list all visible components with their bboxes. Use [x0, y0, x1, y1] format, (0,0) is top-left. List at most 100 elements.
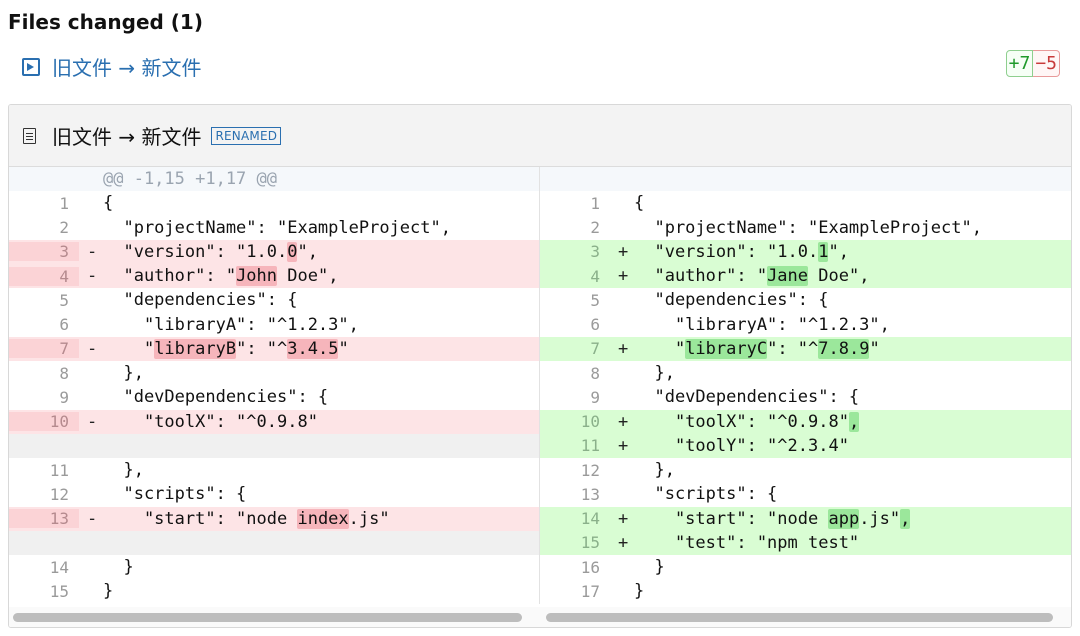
right-scroll-track[interactable]	[540, 607, 1071, 627]
code-line: },	[103, 460, 539, 480]
code-segment: "toolX": "^0.9.8"	[103, 411, 318, 432]
code-line: "projectName": "ExampleProject",	[103, 218, 539, 238]
line-number: 9	[59, 387, 69, 407]
deletions-count: −5	[1033, 50, 1060, 77]
left-diff-row: 4- "author": "John Doe",	[9, 264, 539, 289]
line-number: 12	[580, 460, 600, 480]
left-diff-row: 11 },	[9, 458, 539, 482]
right-diff-row: 16 }	[540, 555, 1071, 579]
line-number: 4	[540, 266, 610, 286]
left-diff-row: 2 "projectName": "ExampleProject",	[9, 216, 539, 240]
left-diff-row: 15}	[9, 579, 539, 603]
arrow-into-box-icon	[22, 57, 40, 76]
line-number: 17	[580, 581, 600, 601]
code-segment: "	[869, 338, 880, 359]
right-diff-row: 10 + "toolX": "^0.9.8",	[540, 409, 1071, 434]
code-segment: "libraryA": "^1.2.3",	[103, 314, 359, 335]
left-diff-row	[9, 530, 539, 555]
diff-old-side: @@ -1,15 +1,17 @@ 1{2 "projectName": "Exa…	[9, 167, 540, 604]
code-segment: "scripts": {	[103, 484, 247, 505]
code-segment: },	[634, 363, 675, 384]
right-diff-row: 8 },	[540, 361, 1071, 385]
right-diff-row: 3 + "version": "1.0.1",	[540, 239, 1071, 264]
line-number: 1	[59, 193, 69, 213]
left-scroll-track[interactable]	[9, 607, 540, 627]
code-segment: "author": "	[634, 266, 768, 287]
left-diff-row: 14 }	[9, 555, 539, 579]
code-line: "dependencies": {	[103, 290, 539, 310]
code-segment: "projectName": "ExampleProject",	[634, 217, 982, 238]
diff-sign: -	[87, 338, 98, 359]
code-segment: {	[634, 193, 645, 214]
diff-sign: -	[87, 241, 98, 262]
code-line: "projectName": "ExampleProject",	[634, 218, 1071, 238]
line-number: 2	[59, 218, 69, 238]
code-segment: "devDependencies": {	[103, 387, 329, 408]
line-number: 13	[580, 484, 600, 504]
left-diff-row: 12 "scripts": {	[9, 482, 539, 506]
line-number: 8	[59, 363, 69, 383]
right-diff-row: 2 "projectName": "ExampleProject",	[540, 216, 1071, 240]
code-line: "libraryA": "^1.2.3",	[103, 315, 539, 335]
line-number: 1	[590, 193, 600, 213]
code-segment: "start": "node	[634, 508, 829, 529]
code-segment: "scripts": {	[634, 484, 778, 505]
changed-token: 0	[287, 241, 298, 262]
code-line: "author": "John Doe",	[103, 266, 539, 287]
left-scrollbar-thumb[interactable]	[13, 613, 522, 622]
left-diff-row: 13- "start": "node index.js"	[9, 506, 539, 531]
changed-token: 3.4.5	[287, 338, 339, 359]
right-diff-row: 14 + "start": "node app.js",	[540, 506, 1071, 531]
code-line: "libraryA": "^1.2.3",	[634, 315, 1071, 335]
line-number: 15	[49, 581, 69, 601]
code-segment: "libraryA": "^1.2.3",	[634, 314, 890, 335]
line-number: 5	[59, 290, 69, 310]
line-number: 6	[590, 315, 600, 335]
diff-sign: +	[618, 508, 629, 529]
line-number: 13	[9, 509, 79, 529]
line-number: 16	[580, 557, 600, 577]
code-segment: "test": "npm test"	[634, 532, 860, 553]
code-line: "start": "node index.js"	[103, 508, 539, 529]
code-line: "scripts": {	[634, 484, 1071, 504]
code-segment: .js"	[348, 508, 390, 529]
horizontal-scrollbars	[9, 607, 1071, 627]
right-diff-row: 12 },	[540, 458, 1071, 482]
line-number: 10	[9, 412, 79, 432]
diff-stats: +7 −5	[1005, 50, 1060, 77]
left-diff-row: 6 "libraryA": "^1.2.3",	[9, 313, 539, 337]
document-icon	[23, 127, 36, 144]
diff-sign: -	[87, 508, 98, 529]
file-link-label[interactable]: 旧文件 → 新文件	[52, 52, 201, 81]
left-diff-row: 1{	[9, 191, 539, 215]
changed-token: index	[297, 508, 349, 529]
file-link[interactable]: 旧文件 → 新文件	[22, 52, 201, 81]
right-diff-row: 1{	[540, 191, 1071, 215]
right-diff-row: 7 + "libraryC": "^7.8.9"	[540, 336, 1071, 361]
code-segment: "	[634, 338, 686, 359]
left-diff-row: 7- "libraryB": "^3.4.5"	[9, 336, 539, 361]
left-diff-row: 5 "dependencies": {	[9, 288, 539, 312]
code-segment: },	[103, 363, 144, 384]
right-scrollbar-thumb[interactable]	[546, 613, 1053, 622]
file-diff-header: 旧文件 → 新文件 RENAMED	[9, 105, 1071, 167]
code-segment: .js"	[859, 508, 901, 529]
line-number: 8	[590, 363, 600, 383]
code-line: {	[634, 193, 1071, 213]
diff-sign: +	[618, 435, 629, 456]
code-segment: "author": "	[103, 266, 237, 287]
code-line: "dependencies": {	[634, 290, 1071, 310]
right-diff-row: 4 + "author": "Jane Doe",	[540, 264, 1071, 289]
code-line: },	[103, 363, 539, 383]
right-diff-row: 5 "dependencies": {	[540, 288, 1071, 312]
code-line: }	[634, 581, 1071, 601]
changed-token: ,	[848, 411, 860, 432]
code-segment: "start": "node	[103, 508, 298, 529]
code-line: "scripts": {	[103, 484, 539, 504]
diff-sign: +	[618, 532, 629, 553]
line-number: 5	[590, 290, 600, 310]
changed-token: libraryC	[685, 338, 768, 359]
code-segment: "devDependencies": {	[634, 387, 860, 408]
right-diff-row: 17}	[540, 579, 1071, 603]
changed-token: John	[236, 266, 278, 287]
